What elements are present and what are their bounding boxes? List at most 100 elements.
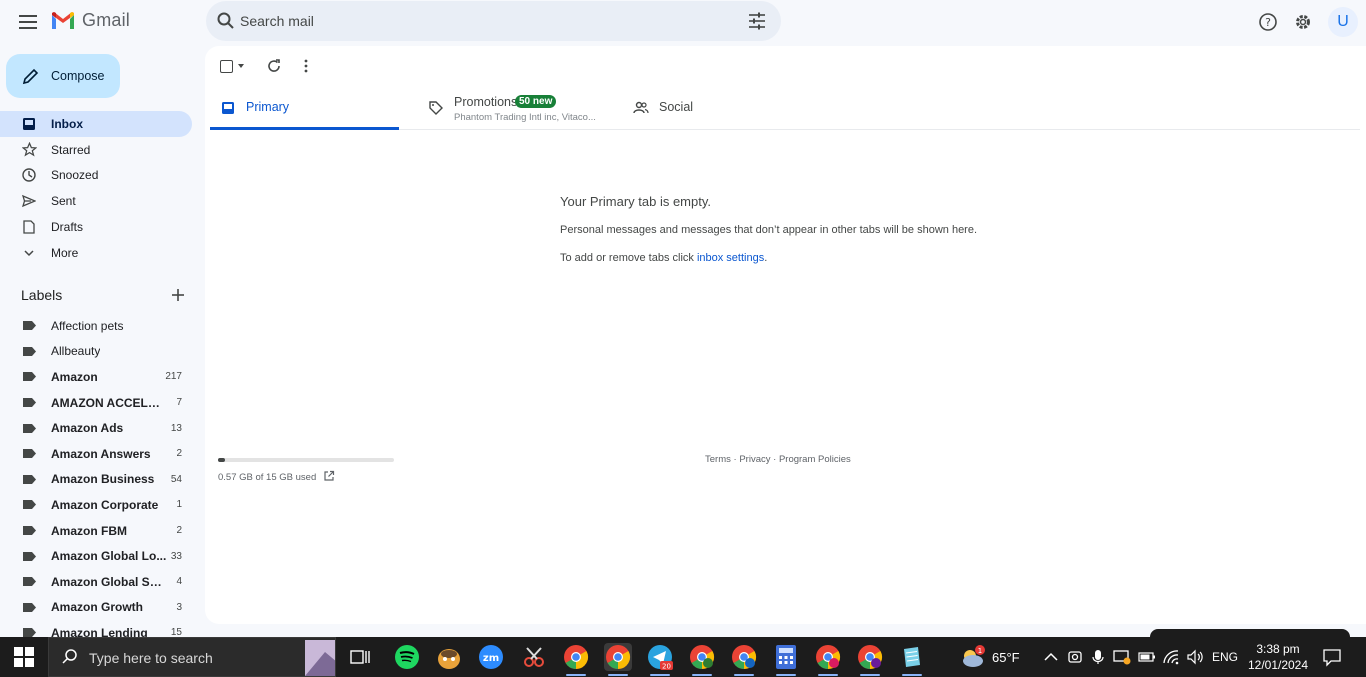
notepad-icon[interactable] (898, 643, 926, 676)
system-clock[interactable]: 3:38 pm 12/01/2024 (1238, 641, 1318, 673)
taskbar-search-input[interactable] (89, 647, 289, 669)
telegram-icon[interactable]: 20 (646, 643, 674, 676)
label-name: Allbeauty (51, 344, 101, 359)
weather-icon[interactable]: 1 (958, 644, 986, 670)
privacy-link[interactable]: Privacy (739, 454, 770, 465)
sidebar-item-more[interactable]: More (0, 240, 192, 266)
chevron-down-icon (21, 245, 37, 261)
windows-taskbar: zm 20 1 65°F ENG 3:38 pm 12/01/2024 (0, 637, 1366, 677)
search-icon (62, 649, 77, 664)
search-highlight-image-icon (305, 640, 335, 676)
label-item[interactable]: AMAZON ACCELER... 7 (0, 390, 200, 416)
account-avatar[interactable]: U (1328, 7, 1358, 37)
label-tag-icon (23, 551, 36, 561)
add-label-icon[interactable] (170, 287, 186, 303)
select-dropdown-icon[interactable] (238, 64, 244, 68)
spotify-icon[interactable] (393, 643, 421, 671)
chrome-profile-icon[interactable] (562, 643, 590, 676)
label-count: 15 (170, 627, 182, 637)
search-input[interactable] (240, 9, 740, 33)
running-indicator (692, 674, 712, 676)
weather-temperature[interactable]: 65°F (992, 637, 1020, 677)
settings-gear-icon[interactable] (1292, 11, 1314, 33)
taskbar-search[interactable] (48, 637, 336, 677)
refresh-icon[interactable] (266, 58, 282, 74)
notification-center-icon[interactable] (1322, 647, 1342, 667)
label-item[interactable]: Affection pets (0, 313, 200, 339)
tab-social[interactable]: Social (623, 88, 813, 130)
mail-list-panel: Primary Promotions 50 new Phantom Tradin… (205, 46, 1366, 624)
labels-heading: Labels (21, 287, 63, 303)
sidebar-item-sent[interactable]: Sent (0, 188, 192, 214)
tab-primary[interactable]: Primary (210, 88, 399, 130)
label-item[interactable]: Amazon 217 (0, 364, 200, 390)
snipping-tool-icon[interactable] (520, 643, 548, 671)
terms-link[interactable]: Terms (705, 454, 731, 465)
volume-icon[interactable] (1186, 648, 1204, 666)
tab-label: Social (659, 100, 694, 114)
chrome-profile-s-icon[interactable] (814, 643, 842, 676)
footer-links: Terms · Privacy · Program Policies (705, 454, 851, 465)
label-item[interactable]: Amazon Lending 15 (0, 620, 200, 637)
chrome-profile-l-icon[interactable] (730, 643, 758, 676)
chrome-profile-r-icon[interactable] (856, 643, 884, 676)
tab-promotions[interactable]: Promotions 50 new Phantom Trading Intl i… (418, 88, 608, 130)
running-indicator (860, 674, 880, 676)
chevron-up-icon[interactable] (1042, 648, 1060, 666)
gmail-logo[interactable]: Gmail (50, 10, 130, 31)
open-external-icon[interactable] (323, 470, 335, 482)
inbox-icon (21, 116, 37, 132)
search-bar[interactable] (206, 1, 781, 41)
microphone-icon[interactable] (1089, 648, 1107, 666)
label-name: Amazon Growth (51, 600, 143, 615)
label-item[interactable]: Amazon Business 54 (0, 467, 200, 493)
label-tag-icon (23, 474, 36, 484)
main-menu-icon[interactable] (16, 10, 40, 34)
program-policies-link[interactable]: Program Policies (779, 454, 851, 465)
camera-icon[interactable] (1066, 648, 1084, 666)
sidebar-item-inbox[interactable]: Inbox (0, 111, 192, 137)
star-icon (21, 142, 37, 158)
label-item[interactable]: Allbeauty (0, 339, 200, 365)
task-view-icon[interactable] (346, 643, 374, 671)
wifi-icon[interactable] (1162, 648, 1180, 666)
label-name: Affection pets (51, 318, 124, 333)
label-item[interactable]: Amazon Answers 2 (0, 441, 200, 467)
battery-icon[interactable] (1138, 648, 1156, 666)
storage-text: 0.57 GB of 15 GB used (218, 472, 317, 483)
sidebar-item-snoozed[interactable]: Snoozed (0, 163, 192, 189)
label-name: Amazon FBM (51, 523, 127, 538)
label-item[interactable]: Amazon Corporate 1 (0, 492, 200, 518)
sidebar-item-label: Starred (51, 142, 91, 157)
storage-bar-fill (218, 458, 225, 462)
running-indicator (650, 674, 670, 676)
search-icon[interactable] (216, 11, 236, 31)
language-indicator[interactable]: ENG (1212, 637, 1238, 677)
label-item[interactable]: Amazon Global Sell... 4 (0, 569, 200, 595)
label-item[interactable]: Amazon Growth 3 (0, 595, 200, 621)
pencil-icon (22, 68, 39, 85)
sidebar-item-drafts[interactable]: Drafts (0, 214, 192, 240)
label-name: Amazon Corporate (51, 497, 159, 512)
compose-button[interactable]: Compose (6, 54, 120, 98)
inbox-settings-link[interactable]: inbox settings (697, 252, 764, 264)
label-item[interactable]: Amazon FBM 2 (0, 518, 200, 544)
more-vert-icon[interactable] (298, 58, 314, 74)
zoom-icon[interactable]: zm (477, 643, 505, 671)
select-all-checkbox[interactable] (220, 60, 233, 73)
weather-alert-count: 1 (978, 647, 982, 655)
sidebar-item-starred[interactable]: Starred (0, 137, 192, 163)
windows-start-icon[interactable] (13, 646, 35, 668)
sidebar-item-label: Snoozed (51, 168, 99, 183)
tab-label: Primary (246, 100, 290, 114)
search-options-icon[interactable] (747, 11, 767, 31)
label-item[interactable]: Amazon Ads 13 (0, 415, 200, 441)
label-item[interactable]: Amazon Global Lo... 33 (0, 543, 200, 569)
sidebar-item-label: Inbox (51, 116, 83, 131)
game-app-icon[interactable] (435, 643, 463, 671)
chrome-profile-m-icon[interactable] (688, 643, 716, 676)
calculator-icon[interactable] (772, 643, 800, 676)
chrome-active-icon[interactable] (604, 643, 632, 676)
help-icon[interactable]: ? (1257, 11, 1279, 33)
screen-share-icon[interactable] (1113, 648, 1131, 666)
